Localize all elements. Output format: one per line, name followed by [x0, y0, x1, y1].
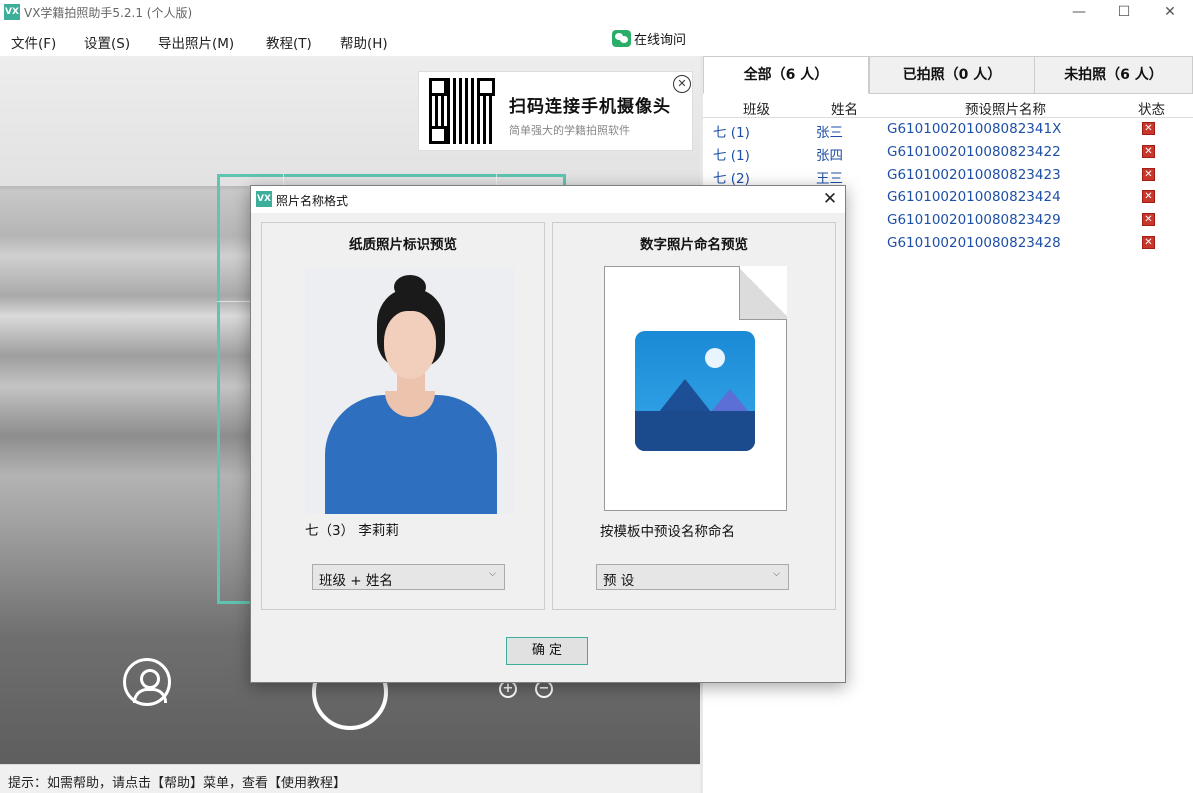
app-logo-icon: VX [256, 191, 272, 207]
chevron-down-icon: ⌵ [489, 569, 496, 579]
status-not-taken-icon: ✕ [1142, 190, 1155, 203]
title-bar: VX VX学籍拍照助手5.2.1 (个人版) — ☐ ✕ [0, 0, 1193, 24]
cell-preset-name: G6101002010080823428 [887, 235, 1061, 251]
menu-settings[interactable]: 设置(S) [84, 32, 130, 52]
qr-card-title: 扫码连接手机摄像头 [509, 97, 671, 117]
dialog-title-bar: VX 照片名称格式 ✕ [251, 186, 845, 213]
ok-button[interactable]: 确 定 [506, 637, 588, 665]
column-header-status[interactable]: 状态 [1138, 98, 1165, 118]
dialog-close-button[interactable]: ✕ [819, 188, 841, 210]
maximize-button[interactable]: ☐ [1109, 2, 1139, 22]
cell-name: 张三 [816, 125, 843, 141]
status-not-taken-icon: ✕ [1142, 168, 1155, 181]
cell-name: 张四 [816, 148, 843, 164]
window-title: VX学籍拍照助手5.2.1 (个人版) [24, 6, 193, 20]
paper-label-format-select[interactable]: 班级 + 姓名 ⌵ [312, 564, 505, 590]
menu-bar: 文件(F) 设置(S) 导出照片(M) 教程(T) 帮助(H) 在线询问 [0, 24, 1193, 56]
paper-preview-title: 纸质照片标识预览 [349, 237, 457, 253]
image-icon-sun [705, 348, 725, 368]
minimize-button[interactable]: — [1064, 2, 1094, 22]
column-header-class[interactable]: 班级 [743, 98, 770, 118]
tab-not-photographed[interactable]: 未拍照（6 人） [1034, 56, 1193, 94]
menu-tutorial[interactable]: 教程(T) [266, 32, 312, 52]
column-header-preset-name[interactable]: 预设照片名称 [965, 98, 1046, 118]
cell-class: 七 (1) [713, 125, 750, 141]
portrait-face [384, 311, 436, 379]
tab-all[interactable]: 全部（6 人） [703, 56, 869, 94]
image-icon-ground [635, 411, 755, 451]
menu-help[interactable]: 帮助(H) [340, 32, 388, 52]
table-row[interactable]: 七 (2) 王三 G6101002010080823423 ✕ [703, 164, 1193, 187]
cell-preset-name: G6101002010080823424 [887, 189, 1061, 205]
qr-card-subtitle: 简单强大的学籍拍照软件 [509, 124, 630, 137]
table-header: 班级 姓名 预设照片名称 状态 [703, 96, 1193, 118]
menu-file[interactable]: 文件(F) [11, 32, 56, 52]
digital-name-format-value: 预 设 [603, 573, 635, 589]
cell-preset-name: G610100201008082341X [887, 121, 1062, 137]
status-not-taken-icon: ✕ [1142, 145, 1155, 158]
qr-code-icon [429, 78, 495, 144]
cell-class: 七 (1) [713, 148, 750, 164]
cell-preset-name: G6101002010080823422 [887, 144, 1061, 160]
cell-preset-name: G6101002010080823429 [887, 212, 1061, 228]
qr-connect-card: 扫码连接手机摄像头 简单强大的学籍拍照软件 ✕ [418, 71, 693, 151]
paper-preview-caption: 七（3） 李莉莉 [305, 523, 399, 539]
image-file-icon [635, 331, 755, 451]
paper-label-format-value: 班级 + 姓名 [319, 573, 393, 589]
digital-photo-preview-group: 数字照片命名预览 按模板中预设名称命名 预 设 ⌵ [552, 222, 836, 610]
status-not-taken-icon: ✕ [1142, 236, 1155, 249]
photo-name-format-dialog: VX 照片名称格式 ✕ 纸质照片标识预览 七（3） 李莉莉 班级 + 姓名 ⌵ … [250, 185, 846, 683]
user-profile-icon[interactable] [123, 658, 171, 706]
sample-portrait-image [305, 267, 515, 514]
digital-name-format-select[interactable]: 预 设 ⌵ [596, 564, 789, 590]
digital-preview-title: 数字照片命名预览 [640, 237, 748, 253]
dialog-title: 照片名称格式 [276, 194, 349, 208]
status-not-taken-icon: ✕ [1142, 213, 1155, 226]
file-corner-fold [739, 266, 787, 320]
status-text: 提示：如需帮助，请点击【帮助】菜单，查看【使用教程】 [8, 776, 347, 791]
status-bar: 提示：如需帮助，请点击【帮助】菜单，查看【使用教程】 [0, 764, 700, 793]
menu-export-photos[interactable]: 导出照片(M) [158, 32, 234, 52]
app-logo-icon: VX [4, 4, 20, 20]
qr-card-close-icon[interactable]: ✕ [673, 75, 691, 93]
cell-name: 王三 [816, 171, 843, 187]
online-help-label: 在线询问 [634, 32, 687, 48]
cell-class: 七 (2) [713, 171, 750, 187]
cell-preset-name: G6101002010080823423 [887, 167, 1061, 183]
wechat-icon [612, 29, 631, 47]
table-row[interactable]: 七 (1) 张四 G6101002010080823422 ✕ [703, 141, 1193, 164]
chevron-down-icon: ⌵ [773, 569, 780, 579]
column-header-name[interactable]: 姓名 [831, 98, 858, 118]
close-window-button[interactable]: ✕ [1155, 2, 1185, 22]
paper-photo-preview-group: 纸质照片标识预览 七（3） 李莉莉 班级 + 姓名 ⌵ [261, 222, 545, 610]
portrait-hair-bun [394, 275, 426, 299]
tab-photographed[interactable]: 已拍照（0 人） [869, 56, 1035, 94]
status-not-taken-icon: ✕ [1142, 122, 1155, 135]
online-help-link[interactable]: 在线询问 [612, 27, 686, 49]
digital-preview-caption: 按模板中预设名称命名 [600, 524, 735, 540]
table-row[interactable]: 七 (1) 张三 G610100201008082341X ✕ [703, 118, 1193, 141]
